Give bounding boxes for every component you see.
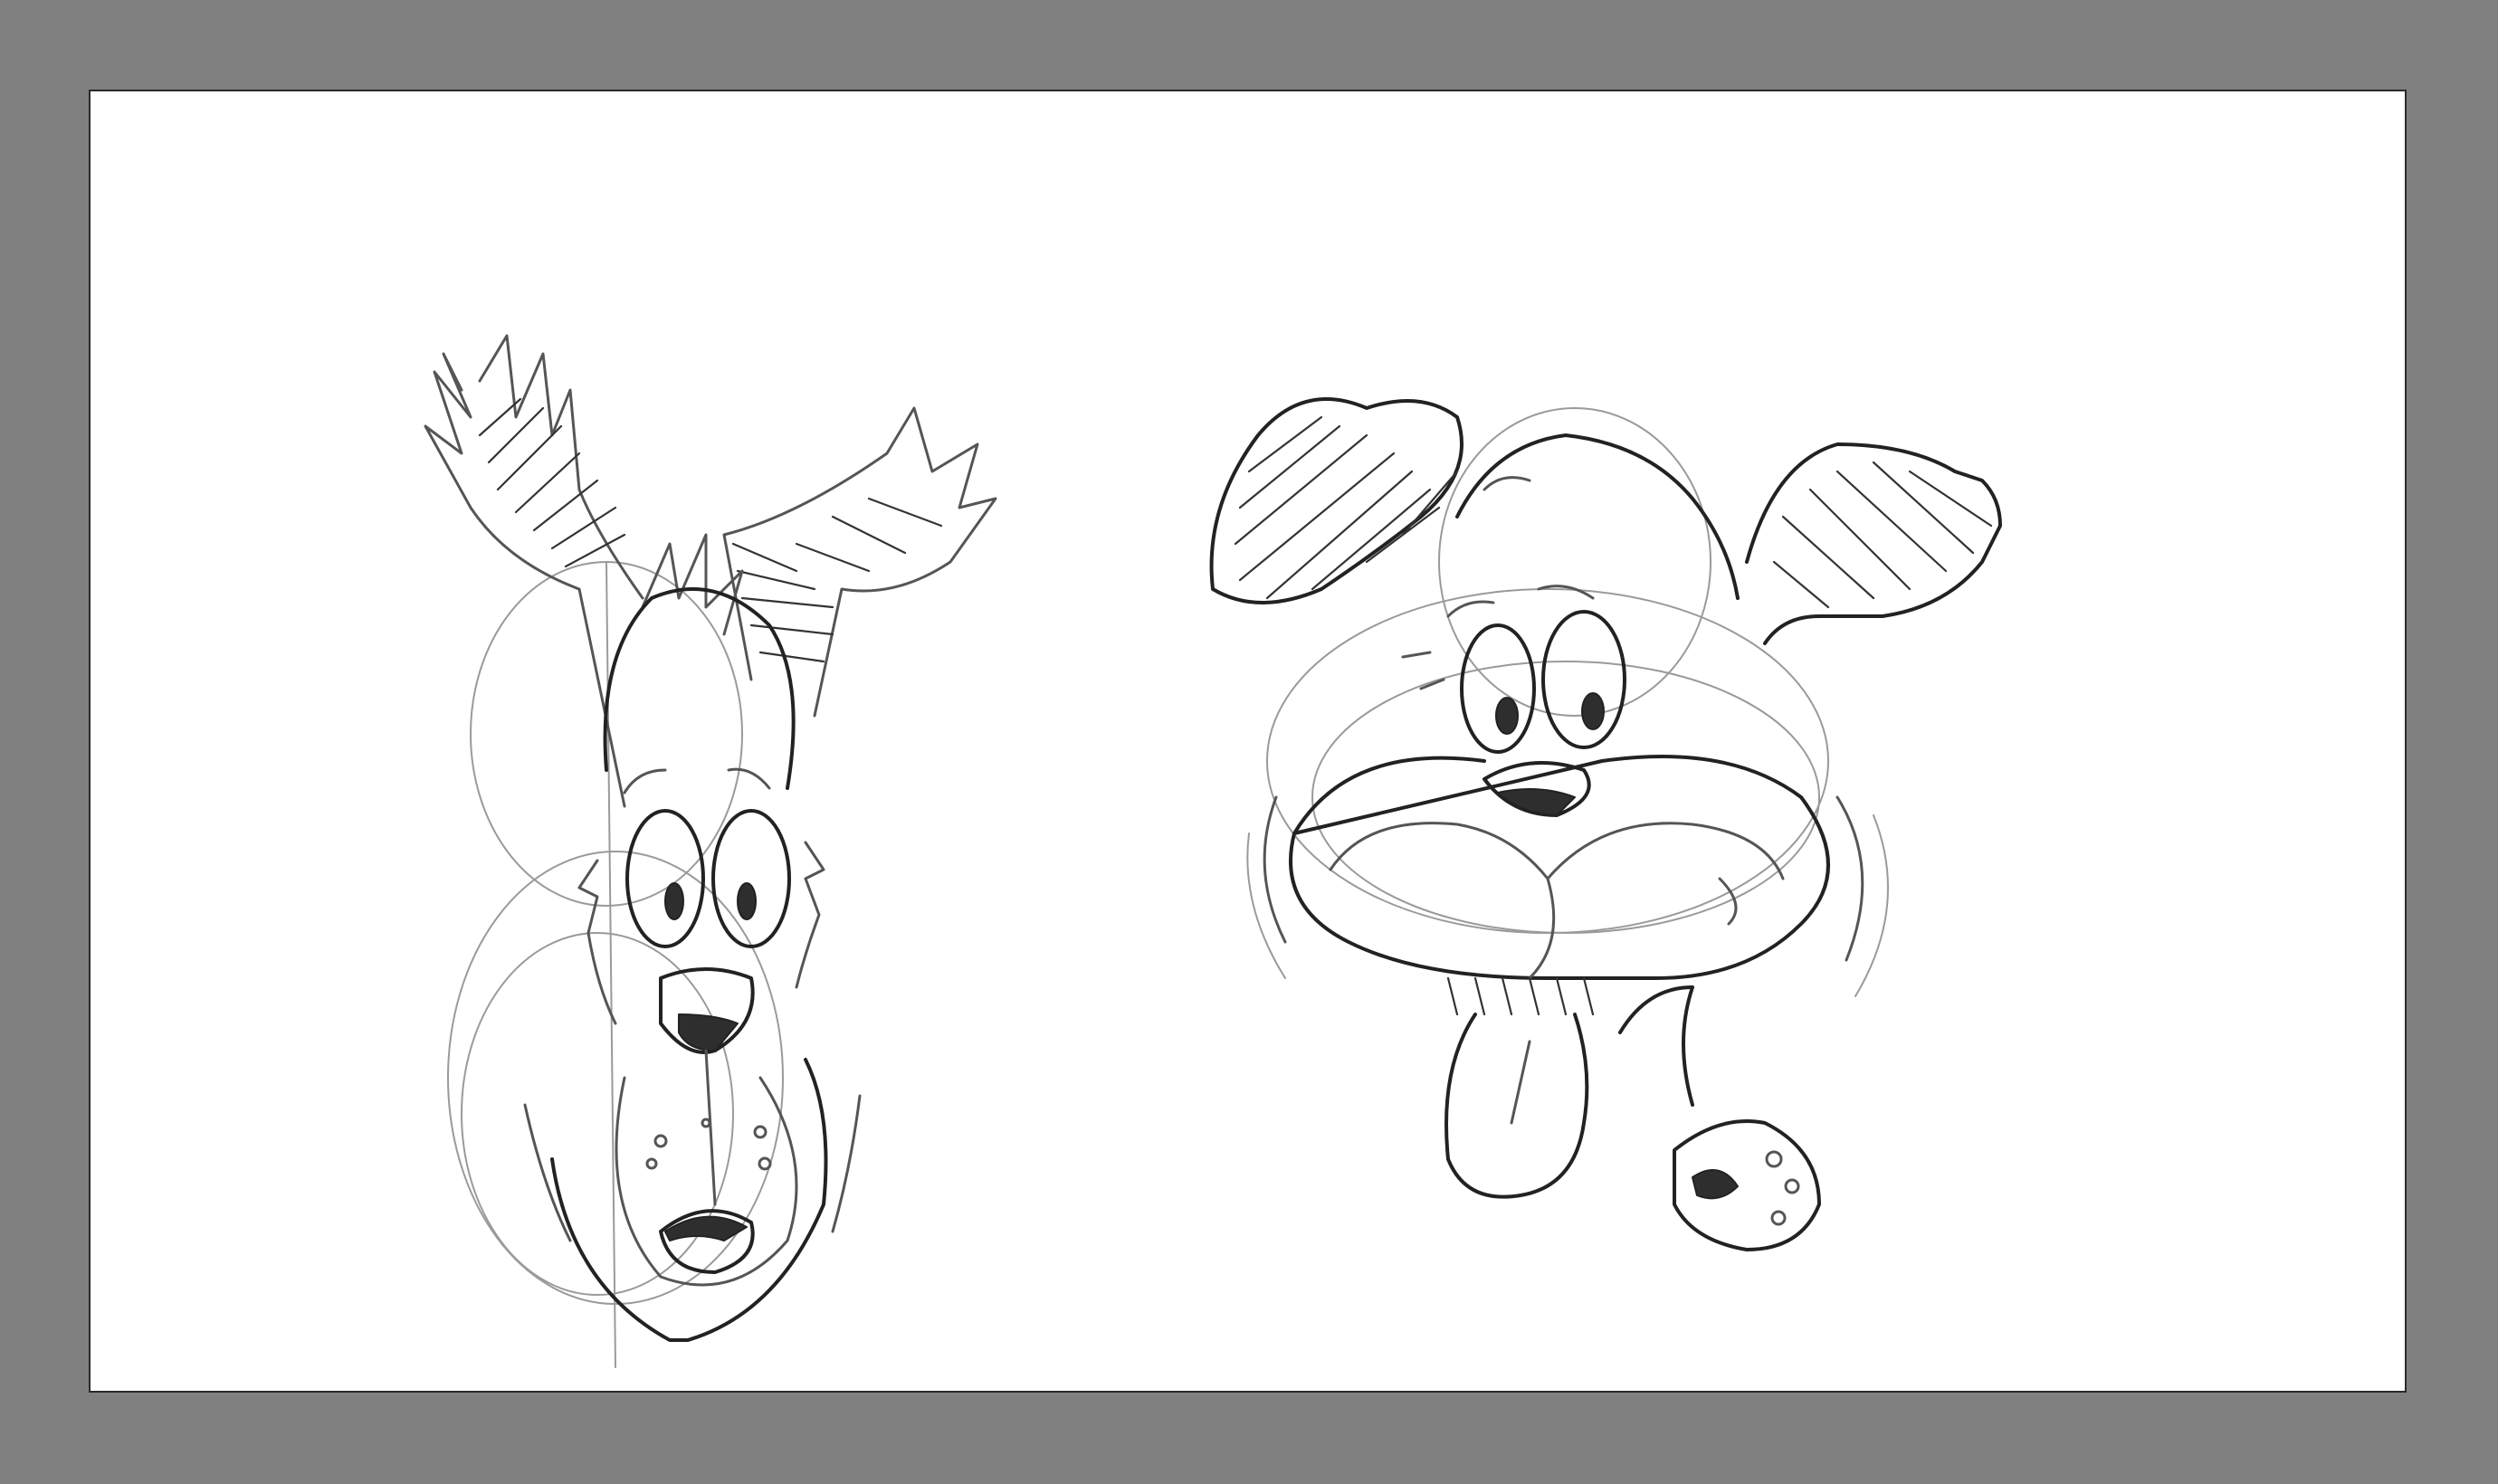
dog-tongue-sketch — [1209, 397, 2002, 1251]
drawing-canvas[interactable] — [89, 90, 2407, 1393]
workspace — [0, 0, 2498, 1484]
dog-front-sketch — [424, 334, 997, 1368]
